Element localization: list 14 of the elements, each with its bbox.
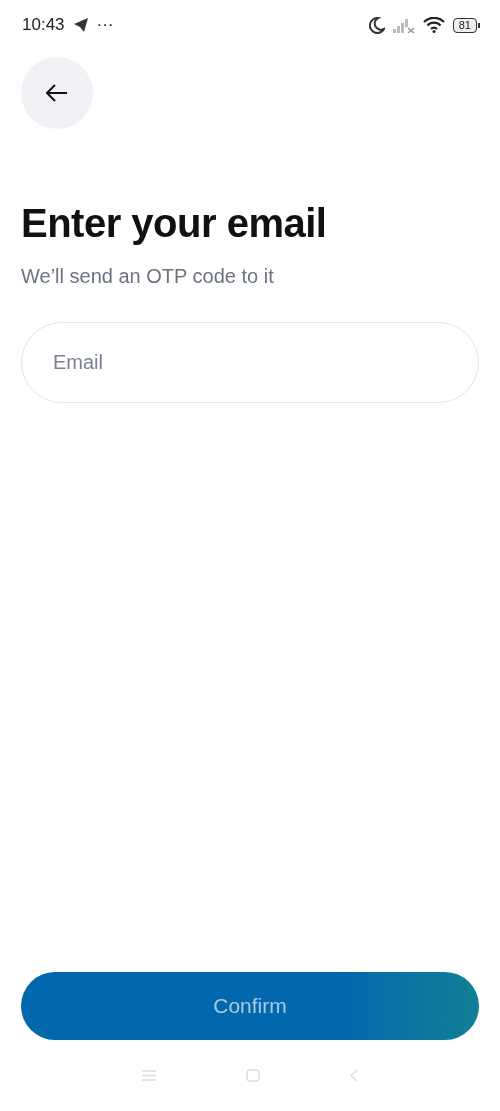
email-field[interactable]: Email bbox=[21, 322, 479, 403]
more-notifications: ··· bbox=[96, 15, 114, 35]
battery-icon: 81 bbox=[452, 17, 480, 33]
home-icon[interactable] bbox=[246, 1069, 260, 1082]
page-title: Enter your email bbox=[21, 200, 328, 247]
moon-icon bbox=[368, 16, 385, 34]
clock-time: 10:43 bbox=[22, 15, 65, 35]
paper-plane-icon bbox=[72, 18, 89, 32]
back-arrow-icon bbox=[46, 84, 68, 102]
wifi-icon bbox=[422, 17, 445, 33]
menu-icon[interactable] bbox=[142, 1070, 156, 1081]
back-icon[interactable] bbox=[350, 1069, 358, 1082]
no-signal-icon bbox=[392, 17, 415, 33]
subtitle: We’ll send an OTP code to it bbox=[21, 264, 275, 289]
